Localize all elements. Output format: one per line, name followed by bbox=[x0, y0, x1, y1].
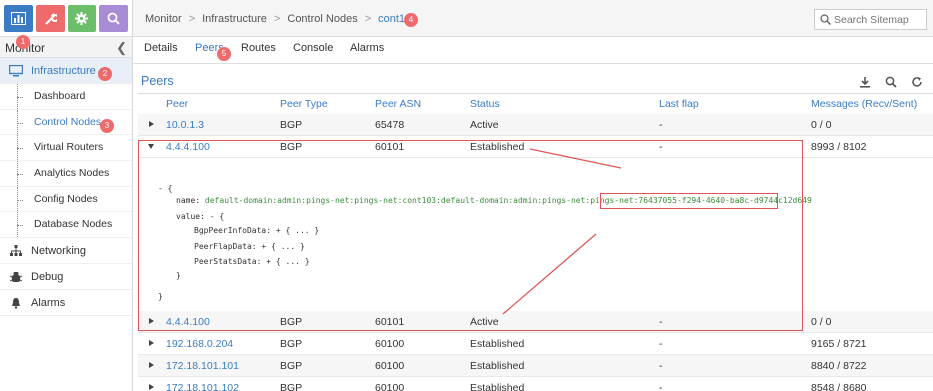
annotation-badge: 5 bbox=[217, 47, 231, 61]
annotation-badge: 4 bbox=[404, 13, 418, 27]
annotation-badge: 2 bbox=[98, 67, 112, 81]
annotation-arrows bbox=[502, 148, 622, 315]
annotation-arrow bbox=[502, 233, 597, 315]
annotation-badge: 3 bbox=[100, 119, 114, 133]
annotation-badge: 1 bbox=[16, 35, 30, 49]
annotation-arrow bbox=[529, 148, 622, 169]
